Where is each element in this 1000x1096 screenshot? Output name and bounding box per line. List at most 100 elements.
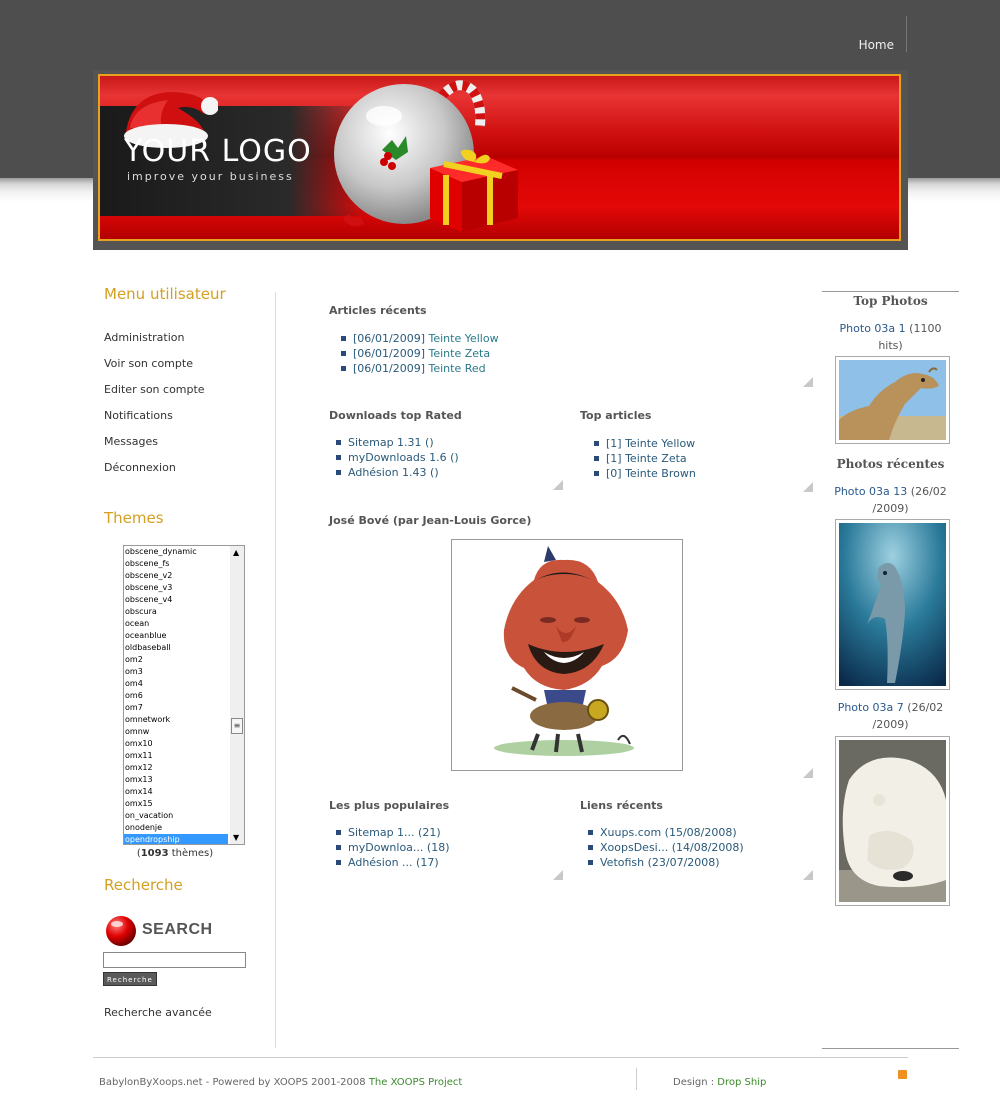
theme-options[interactable]: obscene_dynamic obscene_fs obscene_v2 obsce… — [124, 546, 228, 844]
list-item[interactable]: Vetofish (23/07/2008) — [588, 855, 744, 870]
list-item[interactable]: Sitemap 1... (21) — [336, 825, 450, 840]
top-photo-link[interactable]: Photo 03a 1 — [840, 322, 906, 335]
top-articles-title: Top articles — [580, 409, 652, 422]
polar-bear-image — [839, 740, 946, 902]
dolphin-image — [839, 523, 946, 686]
block-resize-corner — [553, 480, 563, 490]
search-logo: SEARCH — [104, 914, 244, 946]
advanced-search-link[interactable]: Recherche avancée — [104, 1006, 212, 1019]
recent-photo-1-link[interactable]: Photo 03a 13 — [834, 485, 907, 498]
user-menu-item-view-account[interactable]: Voir son compte — [104, 357, 272, 383]
list-item[interactable]: [1] Teinte Zeta — [594, 451, 696, 466]
theme-option[interactable]: omx11 — [124, 750, 228, 762]
list-item[interactable]: Adhésion 1.43 () — [336, 465, 459, 480]
top-photo-caption: Photo 03a 1 (1100 hits) — [839, 322, 942, 352]
user-menu-title: Menu utilisateur — [104, 285, 226, 303]
theme-option[interactable]: omnetwork — [124, 714, 228, 726]
drop-ship-link[interactable]: Drop Ship — [717, 1077, 766, 1088]
theme-option[interactable]: omx15 — [124, 798, 228, 810]
search-button[interactable]: Recherche — [103, 972, 157, 986]
list-item[interactable]: Sitemap 1.31 () — [336, 435, 459, 450]
theme-option[interactable]: obscene_v4 — [124, 594, 228, 606]
user-menu-item-logout[interactable]: Déconnexion — [104, 461, 272, 487]
scroll-up-arrow-icon[interactable]: ▲ — [233, 548, 239, 557]
block-resize-corner — [803, 768, 813, 778]
recent-links-title: Liens récents — [580, 799, 663, 812]
theme-option[interactable]: omx14 — [124, 786, 228, 798]
theme-option[interactable]: omx12 — [124, 762, 228, 774]
recent-links-list: Xuups.com (15/08/2008) XoopsDesi... (14/… — [588, 825, 744, 870]
theme-option[interactable]: opendropship — [124, 834, 228, 844]
left-column: Menu utilisateur Administration Voir son… — [104, 285, 272, 487]
theme-option[interactable]: on_vacation — [124, 810, 228, 822]
photo-dolphin[interactable] — [835, 519, 950, 690]
theme-option[interactable]: ocean — [124, 618, 228, 630]
user-menu-item-notifications[interactable]: Notifications — [104, 409, 272, 435]
theme-option[interactable]: omx10 — [124, 738, 228, 750]
block-resize-corner — [803, 870, 813, 880]
theme-count-number: 1093 — [140, 848, 169, 859]
most-popular-title: Les plus populaires — [329, 799, 450, 812]
list-item[interactable]: [1] Teinte Yellow — [594, 436, 696, 451]
photo-polar-bear[interactable] — [835, 736, 950, 906]
most-popular-list: Sitemap 1... (21) myDownloa... (18) Adhé… — [336, 825, 450, 870]
themes-title: Themes — [104, 509, 164, 527]
banner[interactable]: YOUR LOGO improve your business — [98, 74, 901, 241]
list-item[interactable]: [06/01/2009] Teinte Zeta — [341, 346, 499, 361]
theme-option[interactable]: obscura — [124, 606, 228, 618]
footer-divider — [636, 1068, 637, 1090]
theme-option[interactable]: obscene_fs — [124, 558, 228, 570]
list-item[interactable]: myDownloa... (18) — [336, 840, 450, 855]
theme-option[interactable]: obscene_v3 — [124, 582, 228, 594]
list-item[interactable]: Xuups.com (15/08/2008) — [588, 825, 744, 840]
theme-option[interactable]: om2 — [124, 654, 228, 666]
block-resize-corner — [803, 377, 813, 387]
recent-photo-2-link[interactable]: Photo 03a 7 — [838, 701, 904, 714]
recent-photos-title: Photos récentes — [836, 457, 945, 471]
list-item[interactable]: [0] Teinte Brown — [594, 466, 696, 481]
xoops-project-link[interactable]: The XOOPS Project — [369, 1077, 463, 1088]
user-menu-item-administration[interactable]: Administration — [104, 331, 272, 357]
recent-articles-list: [06/01/2009] Teinte Yellow [06/01/2009] … — [341, 331, 499, 376]
left-column-divider — [275, 292, 276, 1048]
footer-design: Design : Drop Ship — [673, 1077, 767, 1088]
search-title: Recherche — [104, 876, 183, 894]
scroll-thumb[interactable]: ≡ — [231, 718, 243, 734]
caricature-drawing — [494, 546, 634, 756]
list-item[interactable]: Adhésion ... (17) — [336, 855, 450, 870]
theme-option[interactable]: om7 — [124, 702, 228, 714]
rss-icon[interactable] — [898, 1070, 907, 1079]
list-item[interactable]: myDownloads 1.6 () — [336, 450, 459, 465]
user-menu-item-messages[interactable]: Messages — [104, 435, 272, 461]
theme-option[interactable]: onodenje — [124, 822, 228, 834]
right-column-bottom-rule — [822, 1048, 959, 1049]
list-item[interactable]: [06/01/2009] Teinte Red — [341, 361, 499, 376]
user-menu-item-edit-account[interactable]: Editer son compte — [104, 383, 272, 409]
theme-option[interactable]: obscene_v2 — [124, 570, 228, 582]
list-item[interactable]: XoopsDesi... (14/08/2008) — [588, 840, 744, 855]
gift-box-icon — [430, 149, 518, 232]
recent-articles-title: Articles récents — [329, 304, 427, 317]
theme-option[interactable]: oceanblue — [124, 630, 228, 642]
photo-camel[interactable] — [835, 356, 950, 444]
scroll-down-arrow-icon[interactable]: ▼ — [233, 833, 239, 842]
theme-option[interactable]: obscene_dynamic — [124, 546, 228, 558]
caricature-image[interactable] — [451, 539, 683, 771]
list-item[interactable]: [06/01/2009] Teinte Yellow — [341, 331, 499, 346]
theme-option[interactable]: om4 — [124, 678, 228, 690]
logo-tagline: improve your business — [127, 170, 294, 183]
theme-list-scrollbar[interactable]: ▲ ≡ ▼ — [230, 546, 244, 844]
theme-option[interactable]: omnw — [124, 726, 228, 738]
theme-option[interactable]: om3 — [124, 666, 228, 678]
nav-home-link[interactable]: Home — [859, 38, 894, 52]
search-input[interactable] — [103, 952, 246, 968]
block-resize-corner — [803, 482, 813, 492]
theme-option[interactable]: om6 — [124, 690, 228, 702]
theme-option[interactable]: omx13 — [124, 774, 228, 786]
nav-divider — [906, 16, 907, 52]
top-photos-title: Top Photos — [853, 294, 928, 308]
recent-photo-2-caption: Photo 03a 7 (26/02 /2009) — [837, 701, 944, 731]
camel-image — [839, 360, 946, 440]
theme-option[interactable]: oldbaseball — [124, 642, 228, 654]
theme-select-list[interactable]: obscene_dynamic obscene_fs obscene_v2 obsce… — [123, 545, 245, 845]
